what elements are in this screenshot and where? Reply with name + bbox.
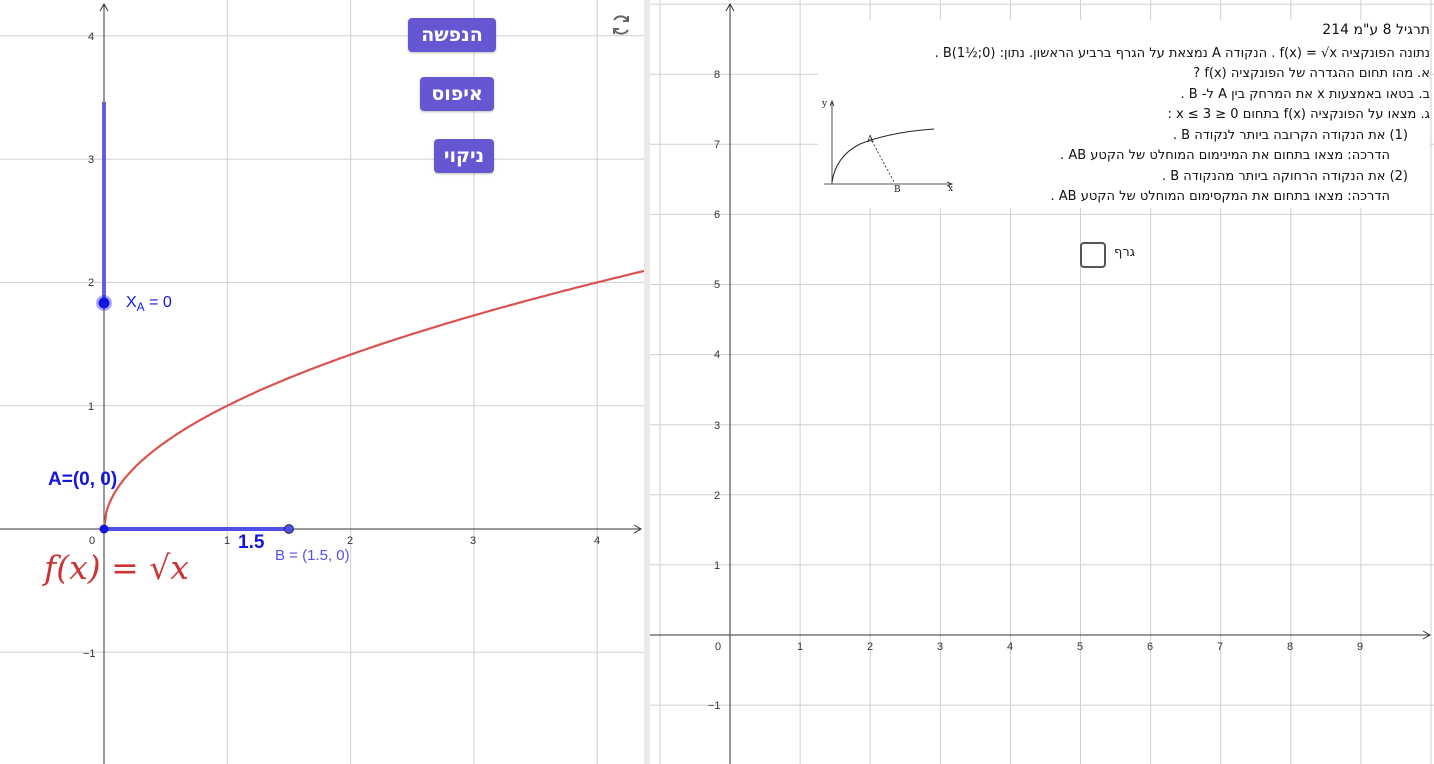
right-x-tick-1: 1 (797, 641, 803, 653)
right-y-tick-3: 3 (714, 420, 720, 432)
xa-label-suffix: = 0 (144, 294, 172, 311)
right-y-tick-8: 8 (714, 69, 720, 81)
animate-button[interactable]: הנפשה (408, 18, 496, 52)
inset-x-label: x (948, 184, 953, 194)
left-y-tick-2: 2 (88, 277, 94, 289)
left-x-tick-4: 4 (594, 535, 600, 547)
sqrt-curve[interactable] (102, 269, 644, 530)
left-x-tick-1: 1 (224, 535, 230, 547)
function-label: f(x) = √x (44, 548, 189, 587)
left-grid (0, 0, 644, 764)
right-x-tick-0: 0 (715, 641, 721, 653)
left-x-tick-0: 0 (89, 535, 95, 547)
right-y-tick-1: 1 (714, 560, 720, 572)
point-a[interactable] (99, 524, 109, 534)
graph-checkbox[interactable] (1080, 242, 1106, 268)
right-y-tick-minus1: −1 (708, 700, 721, 712)
right-x-tick-5: 5 (1077, 641, 1083, 653)
left-y-tick-minus1: −1 (83, 648, 96, 660)
point-b-label: B = (1.5, 0) (275, 547, 350, 564)
right-y-tick-4: 4 (714, 349, 720, 361)
left-x-tick-2: 2 (347, 535, 353, 547)
point-b[interactable] (284, 524, 294, 534)
right-x-tick-3: 3 (937, 641, 943, 653)
right-x-tick-8: 8 (1287, 641, 1293, 653)
exercise-line-intro: נתונה הפונקציה f(x) = √x . הנקודה A נמצא… (934, 45, 1430, 61)
right-y-tick-2: 2 (714, 490, 720, 502)
left-y-tick-4: 4 (88, 31, 94, 43)
point-a-label: A=(0, 0) (48, 469, 118, 490)
segment-value-label: 1.5 (238, 532, 265, 553)
exercise-line-a: א. מהו תחום ההגדרה של הפונקציה f(x) ? (1193, 66, 1430, 81)
xa-label-prefix: X (126, 294, 137, 311)
inset-y-label: y (821, 99, 828, 109)
right-y-tick-6: 6 (714, 209, 720, 221)
xa-slider-handle[interactable] (98, 297, 110, 309)
left-x-tick-3: 3 (470, 535, 476, 547)
inset-a-label: A (866, 135, 874, 145)
left-y-tick-1: 1 (88, 401, 94, 413)
left-axes (0, 2, 643, 764)
right-x-tick-6: 6 (1147, 641, 1153, 653)
right-x-tick-4: 4 (1007, 641, 1013, 653)
right-y-tick-7: 7 (714, 139, 720, 151)
left-y-tick-3: 3 (88, 154, 94, 166)
graph-toggle[interactable]: גרף (1078, 240, 1168, 268)
refresh-icon[interactable] (608, 12, 634, 38)
clear-button[interactable]: ניקוי (434, 139, 494, 173)
right-x-tick-2: 2 (867, 641, 873, 653)
right-x-tick-7: 7 (1217, 641, 1223, 653)
inset-b-label: B (894, 185, 901, 195)
right-x-tick-9: 9 (1357, 641, 1363, 653)
inset-diagram: y x A B (821, 99, 953, 195)
right-y-tick-5: 5 (714, 279, 720, 291)
xa-label-sub: A (136, 300, 145, 315)
exercise-title: תרגיל 8 ע"מ 214 (1322, 22, 1430, 38)
left-graph-canvas[interactable]: 0 1 2 3 4 4 3 2 1 −1 (0, 0, 644, 764)
graph-checkbox-label: גרף (1114, 245, 1136, 260)
xa-slider-label: XA = 0 (126, 294, 172, 314)
reset-button[interactable]: איפוס (420, 77, 494, 111)
left-graph-panel[interactable]: 0 1 2 3 4 4 3 2 1 −1 הנפשה איפוס ניקוי A… (0, 0, 644, 764)
